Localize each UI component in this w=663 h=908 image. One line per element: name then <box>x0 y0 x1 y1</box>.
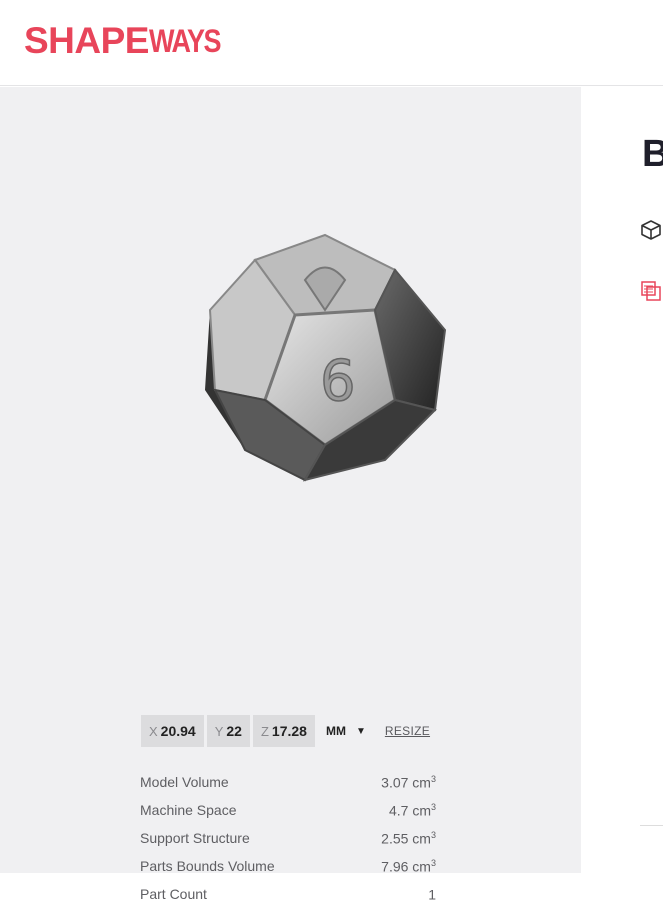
shapeways-logo[interactable]: SHAPEWAYS <box>24 20 222 61</box>
logo-sub-text: WAYS <box>148 23 222 60</box>
unit-select-value: MM <box>325 724 346 738</box>
stat-row-part-count: Part Count 1 <box>140 880 436 908</box>
model-viewer[interactable]: 6 X 20.94 Y 22 Z 17.28 MM ▼ RESIZE Model… <box>0 87 581 902</box>
dimension-x[interactable]: X 20.94 <box>141 715 204 747</box>
model-stats: Model Volume 3.07 cm3 Machine Space 4.7 … <box>140 768 436 908</box>
stat-row-support-structure: Support Structure 2.55 cm3 <box>140 824 436 852</box>
stat-label: Support Structure <box>140 830 250 846</box>
dimension-z[interactable]: Z 17.28 <box>252 715 315 747</box>
site-header: SHAPEWAYS <box>0 0 663 86</box>
cube-icon <box>641 220 661 240</box>
stat-value: 4.7 cm3 <box>388 801 436 819</box>
product-title-partial: B <box>642 133 663 175</box>
dimension-y-axis: Y <box>214 723 224 739</box>
dimensions-bar: X 20.94 Y 22 Z 17.28 MM ▼ RESIZE <box>141 715 430 747</box>
stat-row-parts-bounds-volume: Parts Bounds Volume 7.96 cm3 <box>140 852 436 880</box>
stat-label: Part Count <box>140 886 207 902</box>
product-details-panel: B <box>581 87 663 873</box>
stat-value: 2.55 cm3 <box>381 829 436 847</box>
dodecahedron-dice-model[interactable]: 6 <box>195 230 455 490</box>
divider <box>640 825 663 826</box>
stat-value: 7.96 cm3 <box>381 857 436 875</box>
unit-select[interactable]: MM ▼ <box>326 724 366 738</box>
dimension-x-value: 20.94 <box>160 723 196 739</box>
svg-text:6: 6 <box>320 349 356 414</box>
dimension-x-axis: X <box>149 723 158 739</box>
dimension-y-value: 22 <box>226 723 242 739</box>
stat-value: 3.07 cm3 <box>381 773 436 791</box>
stat-label: Model Volume <box>140 774 229 790</box>
caret-down-icon: ▼ <box>355 725 366 737</box>
dimension-z-value: 17.28 <box>271 723 307 739</box>
logo-main-text: SHAPE <box>24 20 149 61</box>
material-swatch-icon <box>641 281 661 301</box>
dimension-y[interactable]: Y 22 <box>206 715 250 747</box>
stat-label: Parts Bounds Volume <box>140 858 275 874</box>
resize-link[interactable]: RESIZE <box>385 724 430 738</box>
stat-value: 1 <box>428 886 436 903</box>
stat-row-model-volume: Model Volume 3.07 cm3 <box>140 768 436 796</box>
stat-row-machine-space: Machine Space 4.7 cm3 <box>140 796 436 824</box>
stat-label: Machine Space <box>140 802 237 818</box>
dimension-z-axis: Z <box>260 723 269 739</box>
